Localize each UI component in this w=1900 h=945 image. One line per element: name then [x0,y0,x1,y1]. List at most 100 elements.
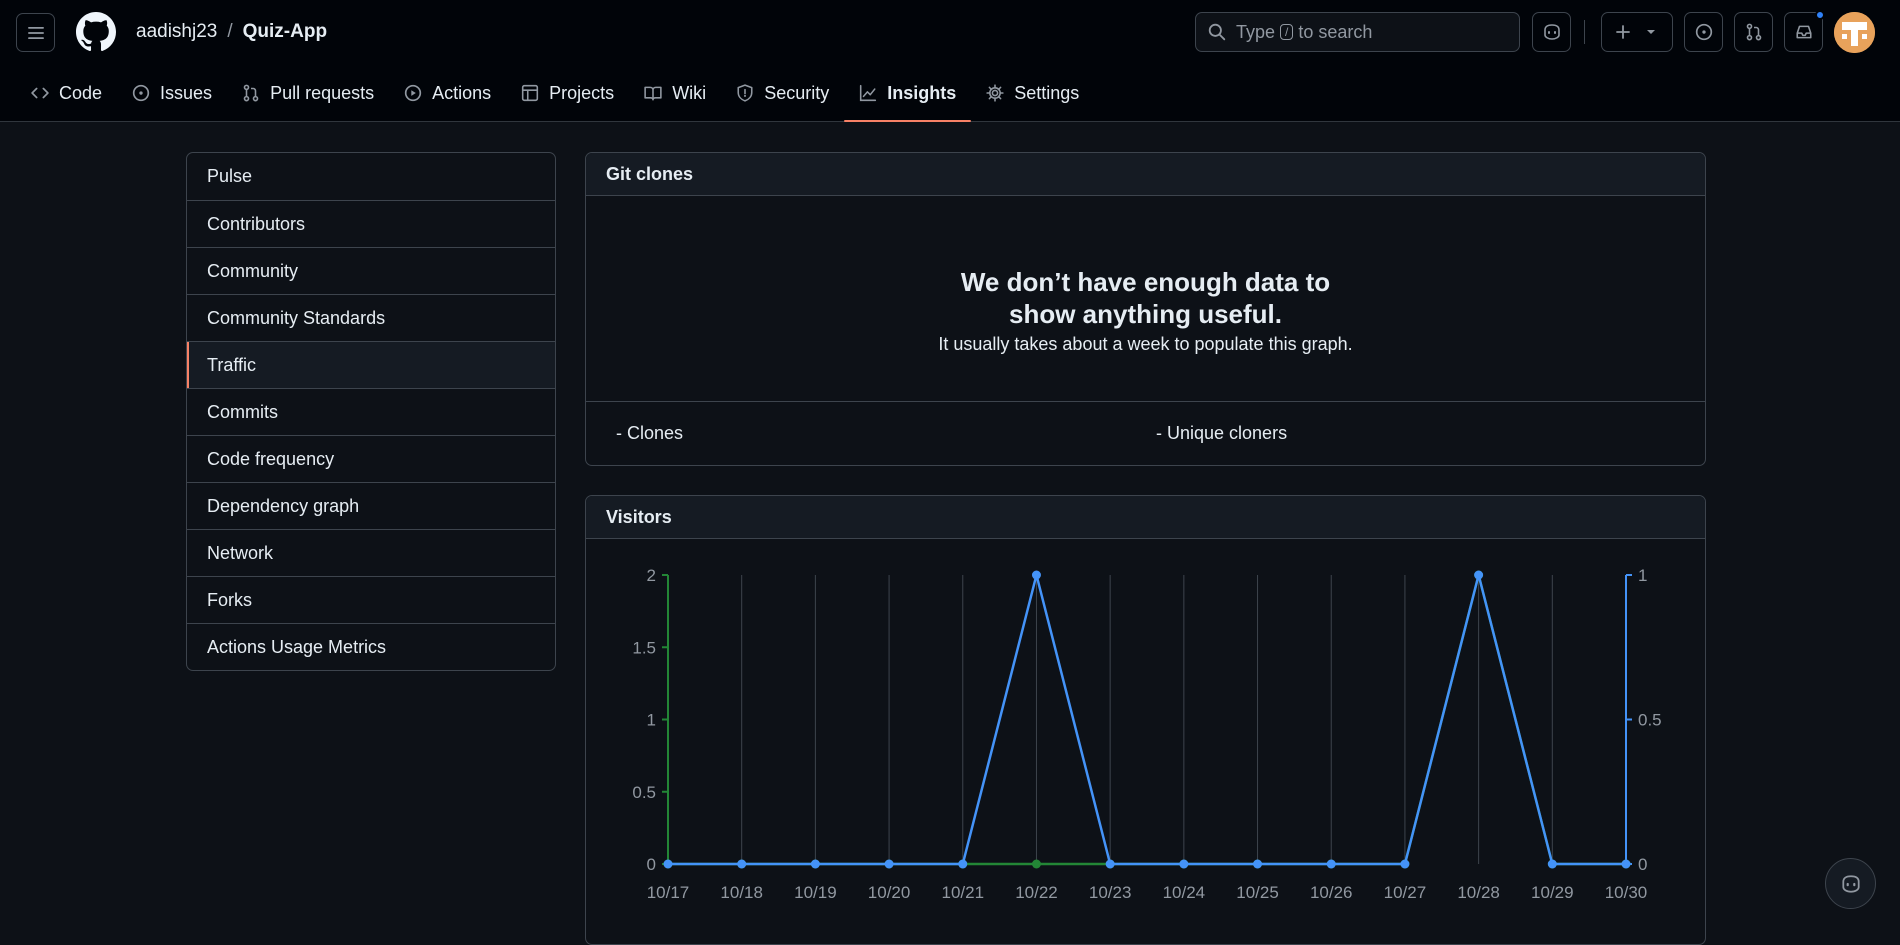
unique-visitors-point [1031,859,1041,869]
tab-wiki[interactable]: Wiki [629,70,721,116]
x-axis-tick-label: 10/22 [1015,883,1058,902]
tab-settings[interactable]: Settings [971,70,1094,116]
tab-label: Settings [1014,82,1080,103]
hamburger-icon [27,26,44,39]
right-axis-tick-label: 1 [1638,566,1647,585]
plus-icon [1616,25,1630,39]
views-point [1400,859,1410,869]
sidebar-item-code-frequency[interactable]: Code frequency [187,435,555,482]
issue-opened-icon [1695,23,1712,41]
tab-projects[interactable]: Projects [506,70,629,116]
menu-button[interactable] [16,13,55,52]
x-axis-tick-label: 10/30 [1605,883,1648,902]
x-axis-tick-label: 10/19 [794,883,837,902]
graph-icon [860,84,877,102]
sidebar-item-community-standards[interactable]: Community Standards [187,294,555,341]
repo-tabs: Code Issues Pull requests Actions Projec… [16,70,1094,122]
breadcrumb-separator: / [227,21,233,42]
tab-actions[interactable]: Actions [389,70,506,116]
search-input[interactable]: Type / to search [1195,12,1520,52]
views-point [1105,859,1115,869]
sidebar-item-network[interactable]: Network [187,529,555,576]
tab-label: Insights [887,82,957,103]
tab-label: Projects [549,82,615,103]
views-point [1474,570,1484,580]
blank-state-heading: We don’t have enough data to show anythi… [960,267,1331,329]
tab-label: Issues [160,82,213,103]
left-axis-tick-label: 0 [647,855,656,874]
tab-issues[interactable]: Issues [117,70,227,116]
x-axis-tick-label: 10/20 [868,883,911,902]
book-icon [644,86,662,101]
right-axis-tick-label: 0.5 [1638,711,1662,730]
tab-code[interactable]: Code [16,70,117,116]
views-point [884,859,894,869]
sidebar-item-pulse[interactable]: Pulse [187,153,555,200]
x-axis-tick-label: 10/29 [1531,883,1574,902]
issues-button[interactable] [1684,12,1723,52]
git-clones-panel: Git clones We don’t have enough data to … [585,152,1706,466]
left-axis-tick-label: 0.5 [632,783,656,802]
git-pull-request-icon [1746,23,1761,41]
triangle-down-icon [1647,30,1655,34]
notification-indicator [1815,10,1825,20]
repo-owner-link[interactable]: aadishj23 [136,21,217,42]
copilot-icon [1841,874,1860,893]
create-new-button[interactable] [1601,12,1673,52]
x-axis-tick-label: 10/24 [1163,883,1206,902]
right-axis-tick-label: 0 [1638,855,1647,874]
sidebar-item-forks[interactable]: Forks [187,576,555,623]
views-point [810,859,820,869]
x-axis-tick-label: 10/18 [720,883,763,902]
views-point [663,859,673,869]
issue-icon [132,84,150,102]
tab-insights[interactable]: Insights [844,70,972,122]
breadcrumb: aadishj23 / Quiz-App [136,21,327,43]
visitors-chart: 2 1.5 1 0.5 0 1 0.5 0 10/17 10/18 10/19 10/20 10/21 1… [632,566,1662,902]
pull-request-icon [243,84,259,102]
x-axis-tick-label: 10/23 [1089,883,1132,902]
sidebar-item-commits[interactable]: Commits [187,388,555,435]
tab-security[interactable]: Security [721,70,844,116]
search-placeholder-after: to search [1298,21,1373,42]
copilot-icon [1543,24,1560,40]
search-icon [1208,23,1226,41]
search-placeholder: Type / to search [1236,22,1372,43]
sidebar-item-traffic[interactable]: Traffic [187,341,555,388]
git-clones-title: Git clones [586,153,1705,196]
x-axis-tick-label: 10/17 [647,883,690,902]
repo-name-link[interactable]: Quiz-App [243,21,327,42]
tab-pull-requests[interactable]: Pull requests [227,70,389,116]
tab-label: Actions [432,82,492,103]
pull-requests-button[interactable] [1734,12,1773,52]
blank-state-text: It usually takes about a week to populat… [938,334,1353,354]
sidebar-item-dependency-graph[interactable]: Dependency graph [187,482,555,529]
sidebar-item-community[interactable]: Community [187,247,555,294]
insights-sidebar: Pulse Contributors Community Community S… [186,152,556,671]
play-icon [404,84,422,102]
unique-visitors-line [668,573,1626,866]
views-point [1031,570,1041,580]
x-axis-tick-label: 10/26 [1310,883,1353,902]
app-header: aadishj23 / Quiz-App Type / to search Code… [0,0,1900,122]
x-axis-tick-label: 10/21 [941,883,984,902]
tab-label: Code [59,82,103,103]
left-axis-tick-label: 1.5 [632,638,656,657]
copilot-button[interactable] [1532,12,1571,52]
sidebar-item-contributors[interactable]: Contributors [187,200,555,247]
x-axis-tick-label: 10/25 [1236,883,1279,902]
avatar[interactable] [1834,12,1875,53]
legend-unique-cloners: - Unique cloners [1156,422,1288,443]
sidebar-item-actions-usage-metrics[interactable]: Actions Usage Metrics [187,623,555,670]
legend-clones: - Clones [616,422,684,443]
top-bar: aadishj23 / Quiz-App Type / to search [0,0,1900,64]
gear-icon [986,84,1004,102]
github-logo-icon[interactable] [76,12,116,52]
visitors-panel: Visitors 2 1.5 1 0.5 0 1 0.5 0 10/17 10/18 10/19 10… [585,495,1706,945]
views-line [668,573,1626,866]
left-axis-tick-label: 1 [647,711,656,730]
tab-label: Pull requests [270,82,375,103]
views-point [1179,859,1189,869]
x-axis-tick-label: 10/28 [1457,883,1500,902]
copilot-chat-button[interactable] [1825,858,1876,909]
